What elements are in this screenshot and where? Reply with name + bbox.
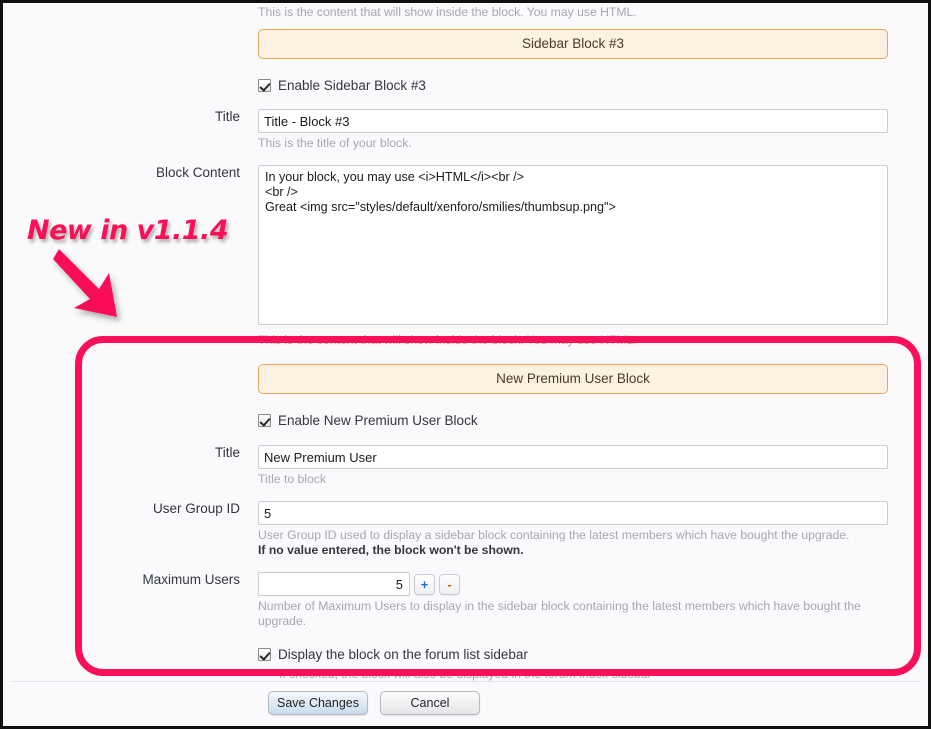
title-block-3-hint: This is the title of your block.	[258, 136, 412, 150]
enable-premium-block-checkbox-line[interactable]: Enable New Premium User Block	[258, 411, 888, 430]
premium-title-hint: Title to block	[258, 472, 326, 486]
annotation-arrow-icon	[53, 249, 117, 317]
stepper-increment-button[interactable]: +	[414, 573, 435, 595]
user-group-id-row: User Group ID User Group ID used to disp…	[3, 501, 928, 558]
enable-sidebar-block-3-checkbox-line[interactable]: Enable Sidebar Block #3	[258, 76, 888, 95]
sidebar-block-3-bar-row: Sidebar Block #3	[3, 29, 928, 59]
section-header-sidebar-block-3: Sidebar Block #3	[258, 29, 888, 59]
enable-sidebar-block-3-checkbox[interactable]	[258, 79, 271, 92]
stepper-decrement-button[interactable]: -	[439, 573, 460, 595]
block-content-field: In your block, you may use <i>HTML</i><b…	[258, 165, 888, 348]
footer-button-bar: Save Changes Cancel	[3, 691, 928, 715]
maximum-users-row: Maximum Users + - Number of Maximum User…	[3, 572, 928, 629]
premium-title-input[interactable]	[258, 445, 888, 469]
display-forum-list-checkbox[interactable]	[258, 648, 271, 661]
display-forum-list-checkbox-line[interactable]: Display the block on the forum list side…	[258, 645, 888, 664]
premium-title-row: Title Title to block	[3, 445, 928, 487]
premium-block-bar-field: New Premium User Block	[258, 364, 888, 394]
display-forum-list-hint: If checked, the block will also be displ…	[279, 667, 652, 681]
enable-sidebar-block-3-row: Enable Sidebar Block #3	[3, 76, 928, 95]
enable-premium-block-row: Enable New Premium User Block	[3, 411, 928, 430]
maximum-users-field: + - Number of Maximum Users to display i…	[258, 572, 888, 629]
display-forum-list-row: Display the block on the forum list side…	[3, 645, 928, 682]
display-forum-list-label: Display the block on the forum list side…	[278, 647, 528, 662]
user-group-id-label: User Group ID	[152, 501, 240, 516]
user-group-id-field: User Group ID used to display a sidebar …	[258, 501, 888, 558]
enable-sidebar-block-3-field: Enable Sidebar Block #3	[258, 76, 888, 95]
maximum-users-label: Maximum Users	[142, 572, 240, 587]
section-header-new-premium-user-block: New Premium User Block	[258, 364, 888, 394]
block-content-textarea[interactable]: In your block, you may use <i>HTML</i><b…	[258, 165, 888, 325]
block-content-label: Block Content	[155, 165, 240, 180]
cancel-button[interactable]: Cancel	[380, 691, 480, 715]
save-changes-button[interactable]: Save Changes	[268, 691, 368, 715]
title-block-3-label: Title	[214, 109, 240, 124]
display-forum-list-field: Display the block on the forum list side…	[258, 645, 888, 682]
footer-divider	[11, 681, 920, 682]
annotation-label: New in v1.1.4	[25, 214, 230, 248]
block-content-hint: This is the content that will show insid…	[258, 333, 637, 347]
top-leading-hint-field: This is the content that will show insid…	[258, 3, 888, 20]
premium-title-field: Title to block	[258, 445, 888, 487]
title-block-3-field: This is the title of your block.	[258, 109, 888, 151]
sidebar-block-3-bar-field: Sidebar Block #3	[258, 29, 888, 59]
top-leading-hint: This is the content that will show insid…	[258, 5, 637, 19]
maximum-users-hint: Number of Maximum Users to display in th…	[258, 599, 861, 628]
premium-block-bar-row: New Premium User Block	[3, 364, 928, 394]
user-group-id-hint-strong: If no value entered, the block won't be …	[258, 543, 524, 557]
title-block-3-row: Title This is the title of your block.	[3, 109, 928, 151]
maximum-users-input[interactable]	[258, 572, 410, 596]
maximum-users-stepper[interactable]: + -	[258, 572, 888, 596]
top-leading-hint-row: This is the content that will show insid…	[3, 3, 928, 20]
enable-premium-block-checkbox[interactable]	[258, 414, 271, 427]
title-block-3-input[interactable]	[258, 109, 888, 133]
premium-title-label: Title	[214, 445, 240, 460]
app-window: This is the content that will show insid…	[0, 0, 931, 729]
enable-sidebar-block-3-label: Enable Sidebar Block #3	[278, 78, 426, 93]
user-group-id-hint: User Group ID used to display a sidebar …	[258, 528, 850, 542]
enable-premium-block-field: Enable New Premium User Block	[258, 411, 888, 430]
user-group-id-input[interactable]	[258, 501, 888, 525]
enable-premium-block-label: Enable New Premium User Block	[278, 413, 478, 428]
